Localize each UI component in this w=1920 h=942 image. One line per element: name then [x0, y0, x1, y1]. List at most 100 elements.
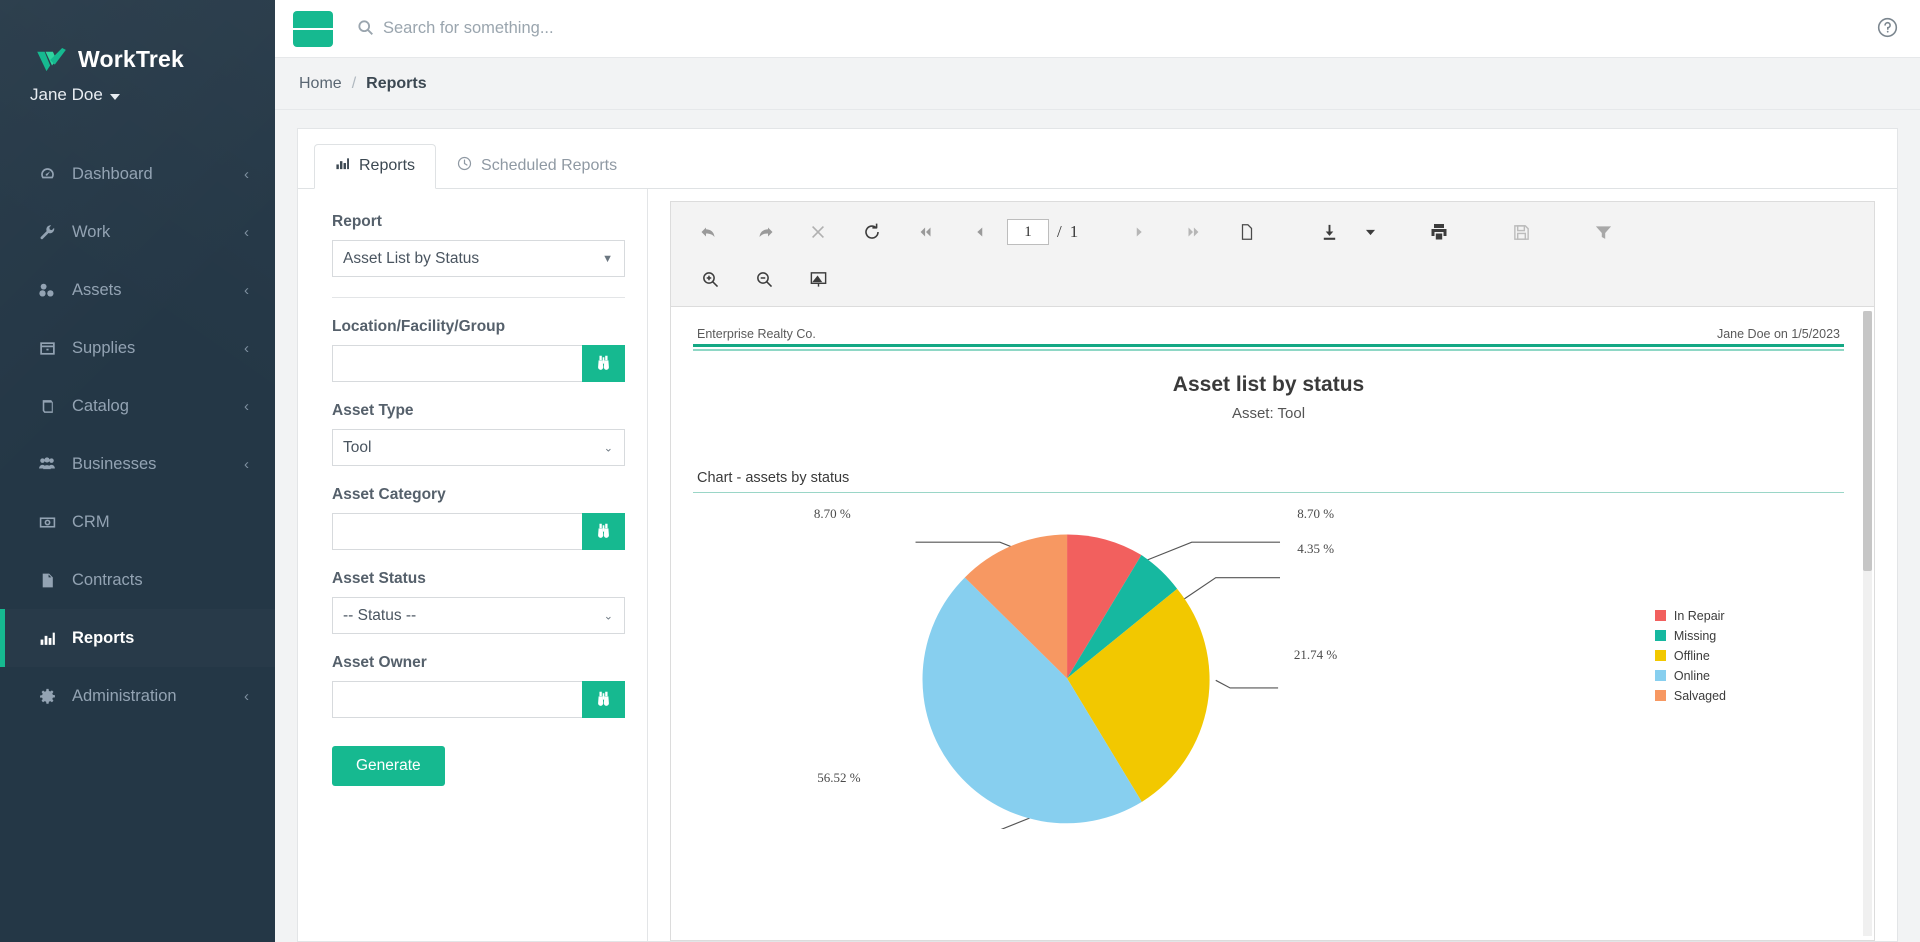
tab-label: Reports: [359, 157, 415, 175]
chevron-left-icon: ‹: [244, 689, 249, 704]
field-label: Asset Category: [332, 486, 625, 504]
pie-label-salvaged: 8.70 %: [814, 506, 851, 522]
asset-category-lookup-button[interactable]: [582, 513, 625, 550]
leader-line-missing: [1180, 577, 1280, 601]
report-scrollbar[interactable]: [1863, 311, 1872, 936]
asset-type-select[interactable]: [332, 429, 625, 466]
redo-icon[interactable]: [737, 212, 791, 252]
asset-owner-input[interactable]: [332, 681, 582, 718]
legend-color-swatch: [1655, 610, 1666, 621]
save-icon[interactable]: [1494, 212, 1548, 252]
breadcrumb: Home / Reports: [275, 58, 1920, 110]
breadcrumb-separator: /: [352, 75, 356, 93]
clock-icon: [457, 156, 472, 176]
sidebar-item-work[interactable]: Work ‹: [0, 203, 275, 261]
refresh-icon[interactable]: [845, 212, 899, 252]
breadcrumb-home[interactable]: Home: [299, 75, 342, 93]
pie-label-online: 56.52 %: [817, 770, 860, 786]
first-page-icon[interactable]: [899, 212, 953, 252]
tab-reports[interactable]: Reports: [314, 144, 436, 189]
sidebar-item-label: Work: [72, 223, 110, 242]
brand: WorkTrek: [0, 0, 275, 73]
legend-item: Missing: [1655, 629, 1726, 643]
zoom-in-icon[interactable]: [683, 259, 737, 299]
search-input[interactable]: [383, 19, 903, 38]
sidebar-item-administration[interactable]: Administration ‹: [0, 667, 275, 725]
report-viewer: / 1: [648, 189, 1897, 941]
filter-icon[interactable]: [1576, 212, 1630, 252]
breadcrumb-current: Reports: [366, 75, 426, 93]
help-icon[interactable]: [1877, 17, 1898, 41]
last-page-icon[interactable]: [1166, 212, 1220, 252]
page-icon[interactable]: [1220, 212, 1274, 252]
box-icon: [36, 340, 58, 357]
chevron-left-icon: ‹: [244, 457, 249, 472]
leader-line-offline: [1216, 680, 1278, 688]
sidebar-item-contracts[interactable]: Contracts: [0, 551, 275, 609]
cubes-icon: [36, 281, 58, 299]
main-area: Home / Reports Reports: [275, 0, 1920, 942]
previous-page-icon[interactable]: [953, 212, 1007, 252]
asset-category-input[interactable]: [332, 513, 582, 550]
print-icon[interactable]: [1412, 212, 1466, 252]
sidebar-item-supplies[interactable]: Supplies ‹: [0, 319, 275, 377]
binoculars-icon: [595, 690, 612, 710]
sidebar-item-businesses[interactable]: Businesses ‹: [0, 435, 275, 493]
tab-scheduled-reports[interactable]: Scheduled Reports: [436, 144, 638, 189]
reports-card: Reports Scheduled Reports Report: [297, 128, 1898, 942]
gear-icon: [36, 688, 58, 705]
legend-label: In Repair: [1674, 609, 1725, 623]
user-menu[interactable]: Jane Doe: [0, 73, 275, 105]
legend-label: Online: [1674, 669, 1710, 683]
zoom-out-icon[interactable]: [737, 259, 791, 299]
viewer-toolbar-row-2: [671, 256, 1874, 302]
page-number-input[interactable]: [1007, 219, 1049, 245]
book-icon: [36, 398, 58, 415]
dropdown-caret-icon[interactable]: [1356, 212, 1384, 252]
panes: Report ▼ Location/Facility/Group: [298, 189, 1897, 941]
binoculars-icon: [595, 522, 612, 542]
hamburger-icon[interactable]: [293, 11, 333, 47]
scrollbar-thumb[interactable]: [1863, 311, 1872, 571]
generate-button[interactable]: Generate: [332, 746, 445, 786]
top-bar: [275, 0, 1920, 58]
sidebar-item-assets[interactable]: Assets ‹: [0, 261, 275, 319]
pie-label-offline: 21.74 %: [1294, 647, 1337, 663]
binoculars-icon: [595, 354, 612, 374]
sidebar-item-label: Assets: [72, 281, 122, 300]
location-lookup-button[interactable]: [582, 345, 625, 382]
sidebar-item-label: Reports: [72, 629, 134, 648]
sidebar-item-label: Catalog: [72, 397, 129, 416]
field-report: Report ▼: [332, 213, 625, 298]
viewer-toolbar-row-1: / 1: [671, 208, 1874, 256]
report-company: Enterprise Realty Co.: [697, 327, 816, 341]
sidebar-item-dashboard[interactable]: Dashboard ‹: [0, 145, 275, 203]
location-input[interactable]: [332, 345, 582, 382]
sidebar-item-crm[interactable]: CRM: [0, 493, 275, 551]
bar-chart-icon: [335, 156, 350, 176]
undo-icon[interactable]: [683, 212, 737, 252]
chevron-down-icon: [110, 94, 120, 100]
asset-owner-lookup-button[interactable]: [582, 681, 625, 718]
sidebar-nav: Dashboard ‹ Work ‹ Assets ‹: [0, 145, 275, 725]
app-root: WorkTrek Jane Doe Dashboard ‹ Work ‹: [0, 0, 1920, 942]
field-location: Location/Facility/Group: [332, 318, 625, 382]
sidebar-item-label: Supplies: [72, 339, 135, 358]
sidebar-item-reports[interactable]: Reports: [0, 609, 275, 667]
report-select[interactable]: [332, 240, 625, 277]
fit-page-icon[interactable]: [791, 259, 845, 299]
next-page-icon[interactable]: [1112, 212, 1166, 252]
chevron-left-icon: ‹: [244, 399, 249, 414]
download-icon[interactable]: [1302, 212, 1356, 252]
money-icon: [36, 514, 58, 531]
sidebar-item-catalog[interactable]: Catalog ‹: [0, 377, 275, 435]
report-rule-thick: [693, 344, 1844, 347]
stop-icon[interactable]: [791, 212, 845, 252]
sidebar-item-label: CRM: [72, 513, 110, 532]
report-title: Asset list by status: [693, 373, 1844, 397]
asset-status-select[interactable]: [332, 597, 625, 634]
tab-bar: Reports Scheduled Reports: [298, 129, 1897, 189]
search-bar: [357, 19, 1877, 39]
user-name: Jane Doe: [30, 85, 103, 105]
legend-color-swatch: [1655, 650, 1666, 661]
